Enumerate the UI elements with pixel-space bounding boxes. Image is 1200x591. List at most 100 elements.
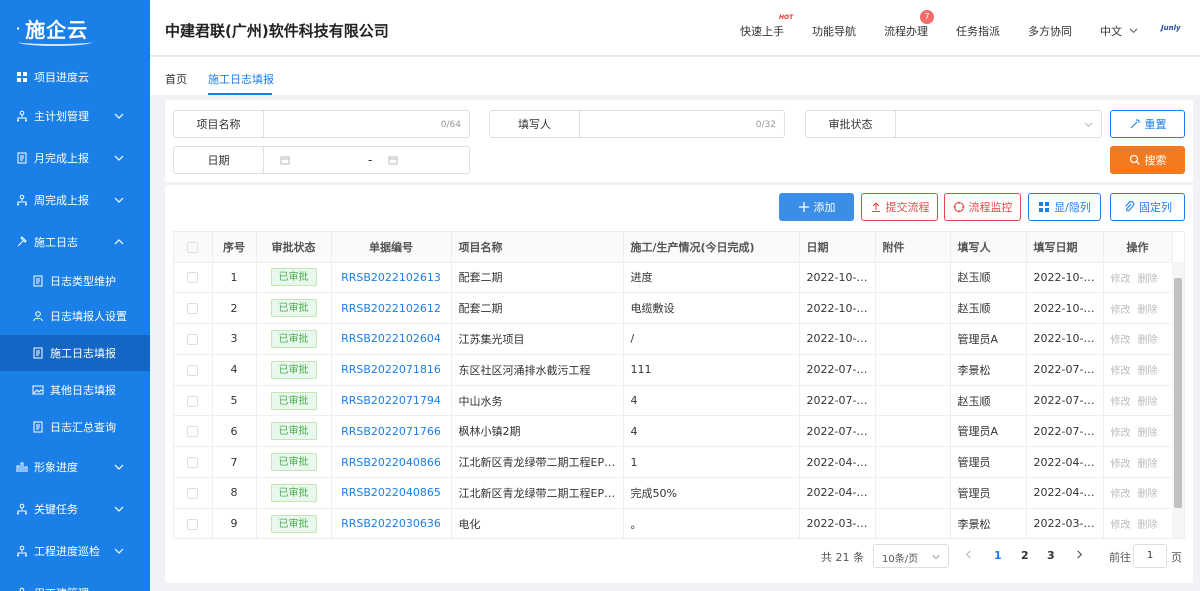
search-button[interactable]: 搜索 xyxy=(1110,146,1185,174)
document-code-link[interactable]: RRSB2022071794 xyxy=(331,385,452,417)
page-size-select[interactable]: 10条/页 xyxy=(873,544,949,568)
process-monitor-button[interactable]: 流程监控 xyxy=(944,193,1021,221)
tab-construction-log[interactable]: 施工日志填报 xyxy=(208,71,274,87)
table-row[interactable]: 8 已审批 RRSB2022040865 江北新区青龙绿带二期工程EPC... 完成50… xyxy=(174,477,1173,509)
delete-button[interactable]: 删除 xyxy=(1138,489,1158,500)
delete-button[interactable]: 删除 xyxy=(1138,274,1158,285)
toggle-columns-button[interactable]: 显/隐列 xyxy=(1028,193,1101,221)
sidebar-item-2[interactable]: 主计划管理 xyxy=(0,98,150,134)
chevron-down-icon xyxy=(114,155,124,161)
table-row[interactable]: 7 已审批 RRSB2022040866 江北新区青龙绿带二期工程EPC... 1 202… xyxy=(174,446,1173,479)
edit-button[interactable]: 修改 xyxy=(1111,459,1131,470)
delete-button[interactable]: 删除 xyxy=(1138,459,1158,470)
vertical-scrollbar[interactable] xyxy=(1172,262,1184,538)
nav-task-assign[interactable]: 任务指派 xyxy=(956,23,1000,39)
sidebar-item-5[interactable]: 施工日志 xyxy=(0,224,150,260)
edit-button[interactable]: 修改 xyxy=(1111,366,1131,377)
project-name-cell: 东区社区河涌排水截污工程 xyxy=(451,354,624,386)
row-number: 6 xyxy=(212,415,257,448)
document-code-link[interactable]: RRSB2022071816 xyxy=(331,354,452,386)
sidebar-item-7[interactable]: 日志填报人设置 xyxy=(0,298,150,334)
document-code-link[interactable]: RRSB2022040866 xyxy=(331,446,452,479)
page-3[interactable]: 3 xyxy=(1047,549,1055,562)
sidebar-item-1[interactable]: 项目进度云 xyxy=(0,59,150,95)
sidebar-item-12[interactable]: 关键任务 xyxy=(0,491,150,527)
chevron-down-icon xyxy=(1129,28,1138,34)
page-2[interactable]: 2 xyxy=(1021,549,1029,562)
sidebar-item-label: 日志类型维护 xyxy=(50,275,116,288)
nav-function-guide[interactable]: 功能导航 xyxy=(812,23,856,39)
page-1[interactable]: 1 xyxy=(994,549,1002,562)
edit-button[interactable]: 修改 xyxy=(1111,335,1131,346)
edit-button[interactable]: 修改 xyxy=(1111,428,1131,439)
row-checkbox[interactable] xyxy=(174,446,213,479)
row-checkbox[interactable] xyxy=(174,323,213,355)
sidebar-item-11[interactable]: 形象进度 xyxy=(0,449,150,485)
table-row[interactable]: 5 已审批 RRSB2022071794 中山水务 4 2022-07-22 赵玉顺 2022… xyxy=(174,385,1173,417)
document-code-link[interactable]: RRSB2022102613 xyxy=(331,262,452,294)
delete-button[interactable]: 删除 xyxy=(1138,428,1158,439)
actions-cell: 修改 删除 xyxy=(1103,508,1173,538)
work-content-cell: 。 xyxy=(623,508,800,538)
tab-home[interactable]: 首页 xyxy=(165,71,187,87)
prev-page-icon[interactable] xyxy=(964,550,973,559)
delete-button[interactable]: 删除 xyxy=(1138,335,1158,346)
date-range-filter[interactable]: 日期 - xyxy=(173,146,470,174)
row-checkbox[interactable] xyxy=(174,415,213,448)
submit-process-button[interactable]: 提交流程 xyxy=(861,193,938,221)
next-page-icon[interactable] xyxy=(1075,550,1084,559)
project-name-filter[interactable]: 项目名称 0/64 xyxy=(173,110,470,138)
sidebar-item-14[interactable]: 用工建管理 xyxy=(0,575,150,591)
paperclip-icon xyxy=(1125,201,1135,212)
sidebar-item-8[interactable]: 施工日志填报 xyxy=(0,335,150,371)
project-name-cell: 配套二期 xyxy=(451,262,624,294)
delete-button[interactable]: 删除 xyxy=(1138,520,1158,531)
nav-collaboration[interactable]: 多方协同 xyxy=(1028,23,1072,39)
select-all-checkbox[interactable] xyxy=(174,232,213,263)
delete-button[interactable]: 删除 xyxy=(1138,397,1158,408)
sidebar-item-13[interactable]: 工程进度巡检 xyxy=(0,533,150,569)
document-code-link[interactable]: RRSB2022102612 xyxy=(331,292,452,325)
delete-button[interactable]: 删除 xyxy=(1138,366,1158,377)
goto-page-input[interactable]: 1 xyxy=(1133,544,1167,568)
row-checkbox[interactable] xyxy=(174,262,213,294)
fix-columns-button[interactable]: 固定列 xyxy=(1110,193,1185,221)
nav-process[interactable]: 流程办理 xyxy=(884,23,928,39)
edit-button[interactable]: 修改 xyxy=(1111,274,1131,285)
writer-filter[interactable]: 填写人 0/32 xyxy=(489,110,785,138)
nav-quick-start[interactable]: 快速上手 xyxy=(740,23,784,39)
sidebar-item-9[interactable]: 其他日志填报 xyxy=(0,372,150,408)
document-code-link[interactable]: RRSB2022030636 xyxy=(331,508,452,538)
table-row[interactable]: 6 已审批 RRSB2022071766 枫林小镇2期 4 2022-07-19 管理员A 2… xyxy=(174,415,1173,448)
document-code-link[interactable]: RRSB2022040865 xyxy=(331,477,452,509)
edit-button[interactable]: 修改 xyxy=(1111,489,1131,500)
table-row[interactable]: 4 已审批 RRSB2022071816 东区社区河涌排水截污工程 111 2022-07… xyxy=(174,354,1173,386)
row-checkbox[interactable] xyxy=(174,385,213,417)
language-select[interactable]: 中文 xyxy=(1100,23,1122,39)
document-code-link[interactable]: RRSB2022102604 xyxy=(331,323,452,355)
scroll-thumb[interactable] xyxy=(1174,278,1182,508)
table-row[interactable]: 9 已审批 RRSB2022030636 电化。 2022-03-16 李景松 2022-0… xyxy=(174,508,1173,538)
document-code-link[interactable]: RRSB2022071766 xyxy=(331,415,452,448)
project-name-counter: 0/64 xyxy=(440,120,461,130)
edit-button[interactable]: 修改 xyxy=(1111,520,1131,531)
sidebar-item-6[interactable]: 日志类型维护 xyxy=(0,263,150,299)
delete-button[interactable]: 删除 xyxy=(1138,305,1158,316)
add-button[interactable]: 添加 xyxy=(779,193,854,221)
table-row[interactable]: 3 已审批 RRSB2022102604 江苏集光项目/2022-10-17 管理员A 2… xyxy=(174,323,1173,355)
sidebar-item-3[interactable]: 月完成上报 xyxy=(0,140,150,176)
page-unit-label: 页 xyxy=(1171,551,1182,564)
sidebar-item-4[interactable]: 周完成上报 xyxy=(0,182,150,218)
row-checkbox[interactable] xyxy=(174,508,213,538)
table-row[interactable]: 1 已审批 RRSB2022102613 配套二期 进度 2022-10-19 赵玉顺 202… xyxy=(174,262,1173,294)
reset-button[interactable]: 重置 xyxy=(1110,110,1185,138)
row-checkbox[interactable] xyxy=(174,354,213,386)
approval-status-filter[interactable]: 审批状态 xyxy=(805,110,1102,138)
row-checkbox[interactable] xyxy=(174,292,213,325)
edit-button[interactable]: 修改 xyxy=(1111,397,1131,408)
edit-button[interactable]: 修改 xyxy=(1111,305,1131,316)
table-row[interactable]: 2 已审批 RRSB2022102612 配套二期 电缆敷设 2022-10-18 赵玉顺 2… xyxy=(174,292,1173,325)
sidebar-item-label: 其他日志填报 xyxy=(50,384,116,397)
sidebar-item-10[interactable]: 日志汇总查询 xyxy=(0,409,150,445)
row-checkbox[interactable] xyxy=(174,477,213,509)
